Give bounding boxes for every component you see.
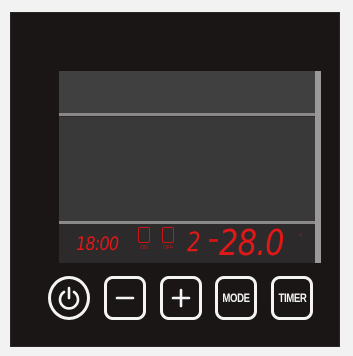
off-label: OFF [163, 245, 173, 251]
plus-button[interactable] [160, 276, 202, 320]
minus-button[interactable] [104, 276, 146, 320]
timer-button[interactable]: TIMER [271, 276, 313, 320]
level-readout: 2 [187, 227, 201, 258]
clock-off-icon [162, 227, 174, 243]
power-icon [58, 286, 80, 310]
temperature-readout: 28.0 [219, 223, 285, 264]
on-label: ON [140, 245, 148, 251]
time-readout: 18:00 [76, 233, 119, 255]
clock-on-icon [138, 227, 150, 243]
timer-on-indicator: ON [136, 227, 152, 251]
plus-icon [171, 288, 191, 308]
degree-indicator: ° [299, 232, 303, 242]
timer-off-indicator: OFF [160, 227, 176, 251]
display-divider [59, 113, 315, 116]
control-panel: 18:00 ON OFF 2 28.0 ° MODE TIMER [10, 12, 340, 347]
minus-icon [115, 296, 135, 300]
mode-button[interactable]: MODE [215, 276, 257, 320]
timer-label: TIMER [278, 291, 306, 305]
display-middle-band [59, 117, 315, 221]
lcd-display: 18:00 ON OFF 2 28.0 ° [59, 71, 321, 264]
display-top-band [59, 71, 315, 113]
power-button[interactable] [48, 276, 90, 320]
segment-readout: 18:00 ON OFF 2 28.0 ° [59, 223, 315, 264]
mode-label: MODE [222, 291, 250, 305]
display-edge [315, 71, 321, 263]
separator-dash [209, 239, 218, 242]
